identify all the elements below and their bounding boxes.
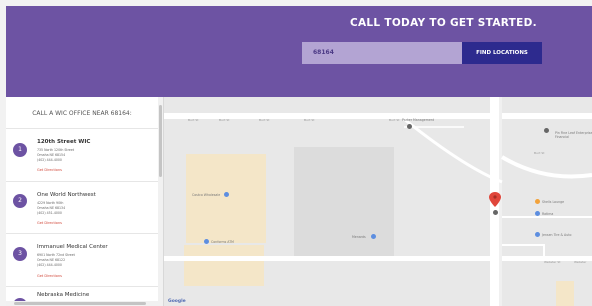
- poi-label: Jensen Tire & Auto: [542, 233, 572, 237]
- store-marker-icon[interactable]: [224, 192, 229, 197]
- road-label: Burt St: [534, 151, 545, 155]
- find-locations-button[interactable]: FIND LOCATIONS: [462, 42, 542, 64]
- poi-label: Ratima: [542, 212, 554, 216]
- location-address-line1: 6901 North 72nd Street: [37, 253, 75, 257]
- poi-label: Conforms ATM: [211, 240, 234, 244]
- road-label: Burt St: [304, 118, 315, 122]
- location-entry[interactable]: 2 One World Northwest 4229 North 90th Om…: [6, 181, 158, 234]
- app-frame: CALL TODAY TO GET STARTED. 68164 FIND LO…: [6, 6, 592, 306]
- map-canvas: [164, 97, 592, 306]
- location-address-line1: 4229 North 90th: [37, 201, 64, 205]
- road-vertical-edge: [499, 97, 502, 306]
- store-marker-icon[interactable]: [535, 232, 540, 237]
- road-label: Webster: [574, 260, 587, 264]
- poi-label: Costco Wholesale: [192, 193, 221, 197]
- location-phone: (402) 444-4000: [37, 263, 62, 267]
- location-entry[interactable]: 3 Immanuel Medical Center 6901 North 72n…: [6, 233, 158, 287]
- zip-search-input[interactable]: 68164: [302, 42, 462, 64]
- panel-horizontal-scrollbar[interactable]: [6, 301, 158, 306]
- map-block: [184, 245, 264, 286]
- map-block: [556, 281, 574, 306]
- location-number-badge: 1: [13, 143, 27, 157]
- google-logo: Google: [168, 299, 186, 304]
- business-marker-icon[interactable]: [407, 124, 412, 129]
- road-label: Burt St: [389, 118, 400, 122]
- road-label: Burt St: [219, 118, 230, 122]
- location-address-line2: Omaha NE 68154: [37, 153, 66, 157]
- location-name: 120th Street WIC: [37, 139, 91, 145]
- panel-horizontal-scrollbar-thumb[interactable]: [14, 302, 146, 305]
- location-address-line1: 735 North 120th Street: [37, 148, 75, 152]
- get-directions-link[interactable]: Get Directions: [37, 168, 62, 172]
- location-name: Nebraska Medicine: [37, 292, 90, 298]
- location-address-line2: Omaha NE 68134: [37, 206, 66, 210]
- map-view[interactable]: Burt St Burt St Burt St Burt St Burt St …: [164, 97, 592, 306]
- business-marker-icon[interactable]: [544, 128, 549, 133]
- get-directions-link[interactable]: Get Directions: [37, 221, 62, 225]
- restaurant-marker-icon[interactable]: [535, 199, 540, 204]
- poi-label: Parker Management: [402, 118, 435, 122]
- location-address-line2: Omaha NE 68122: [37, 258, 66, 262]
- location-number-badge: 3: [13, 247, 27, 261]
- atm-marker-icon[interactable]: [204, 239, 209, 244]
- results-panel[interactable]: CALL A WIC OFFICE NEAR 68164: 1 120th St…: [6, 97, 164, 306]
- header-banner: CALL TODAY TO GET STARTED. 68164 FIND LO…: [6, 6, 592, 97]
- headline: CALL TODAY TO GET STARTED.: [350, 17, 537, 29]
- get-directions-link[interactable]: Get Directions: [37, 274, 62, 278]
- panel-title: CALL A WIC OFFICE NEAR 68164:: [32, 110, 132, 117]
- location-phone: (402) 444-4000: [37, 158, 62, 162]
- store-marker-icon[interactable]: [371, 234, 376, 239]
- road-label: Burt St: [188, 118, 199, 122]
- curved-road: [500, 155, 592, 179]
- minor-road: [502, 244, 545, 256]
- location-entry[interactable]: 1 120th Street WIC 735 North 120th Stree…: [6, 128, 158, 182]
- road-label: Webster St: [544, 260, 561, 264]
- poi-label: Shells Lounge: [542, 200, 565, 204]
- poi-label: Menards: [352, 235, 366, 239]
- map-block: [186, 154, 266, 243]
- road-label: Burt St: [259, 118, 270, 122]
- location-phone: (402) 451-4000: [37, 211, 62, 215]
- map-block: [294, 147, 394, 259]
- store-marker-icon[interactable]: [535, 211, 540, 216]
- location-number-badge: 2: [13, 194, 27, 208]
- panel-scrollbar[interactable]: [158, 97, 163, 306]
- panel-scrollbar-thumb[interactable]: [159, 105, 162, 177]
- business-marker-icon[interactable]: [493, 210, 498, 215]
- location-name: Immanuel Medical Center: [37, 244, 108, 250]
- poi-label: Pin Fine Leaf Enterprise Financial: [555, 131, 592, 139]
- road-webster: [164, 256, 592, 261]
- curved-road: [403, 117, 503, 184]
- location-name: One World Northwest: [37, 192, 96, 198]
